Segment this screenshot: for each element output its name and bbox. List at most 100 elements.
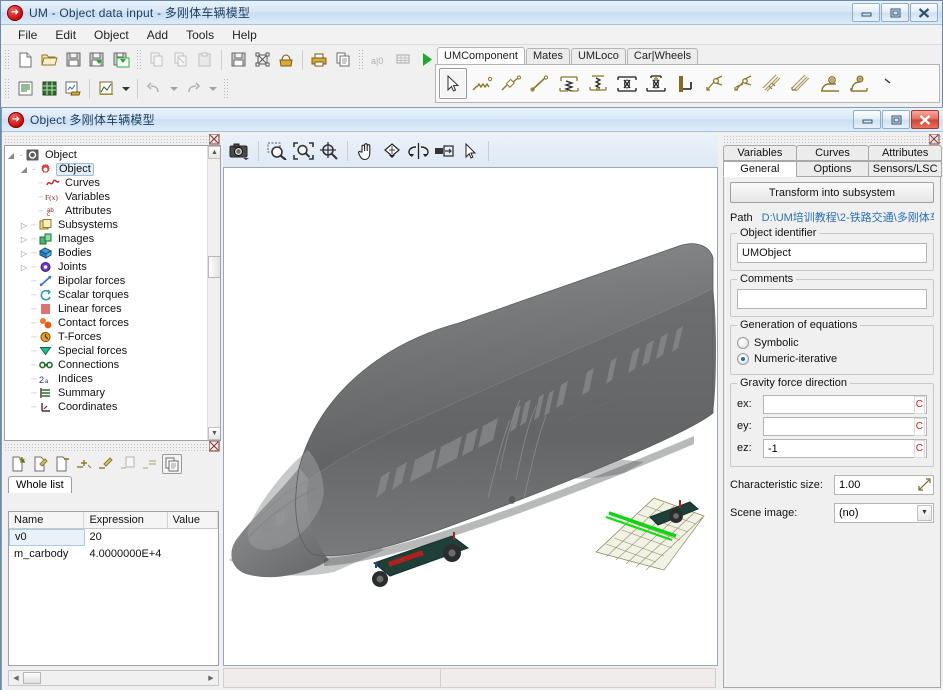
paste-icon[interactable]: [193, 48, 217, 71]
tree-node-special-forces[interactable]: ┈ Special forces: [5, 344, 207, 358]
menu-item-file[interactable]: File: [9, 26, 46, 44]
compile-icon[interactable]: a|0: [367, 48, 391, 71]
coil-spring-bracket-icon[interactable]: [584, 68, 612, 99]
comments-input[interactable]: [737, 289, 927, 309]
print-icon[interactable]: [307, 48, 331, 71]
select-arrow-icon[interactable]: [439, 68, 467, 99]
properties-panel-dragbar[interactable]: [723, 134, 941, 145]
save-as-green-icon[interactable]: [85, 48, 109, 71]
constant-badge-icon[interactable]: C: [913, 395, 925, 414]
save-object-icon[interactable]: [226, 48, 250, 71]
graph-dropdown-icon[interactable]: [118, 77, 133, 100]
expander-icon[interactable]: ◢: [5, 151, 17, 160]
tree-node-linear-forces[interactable]: ┈ Linear forces: [5, 302, 207, 316]
tree-node-t-forces[interactable]: ┈ T-Forces: [5, 330, 207, 344]
wishbone-icon[interactable]: [700, 68, 728, 99]
cell-expression[interactable]: 4.0000000E+4: [84, 546, 167, 563]
save-all-green-icon[interactable]: [109, 48, 133, 71]
3d-scene-canvas[interactable]: [223, 167, 718, 666]
tab-general[interactable]: General: [723, 161, 797, 177]
undo-icon[interactable]: [142, 77, 166, 100]
auto-hide-pin-icon[interactable]: [209, 134, 220, 145]
bearing-mount-icon[interactable]: [845, 68, 873, 99]
bushing-frame-icon[interactable]: [613, 68, 641, 99]
tree-node-object-root[interactable]: ◢ - Object: [5, 148, 207, 162]
tree-node-contact-forces[interactable]: ┈ Contact forces: [5, 316, 207, 330]
move-to-icon[interactable]: [431, 139, 457, 163]
leaf-spring-pair-icon[interactable]: [787, 68, 815, 99]
tab-car-wheels[interactable]: Car|Wheels: [626, 48, 699, 64]
variables-table[interactable]: Name Expression Value v0 20 m_carbody 4.…: [8, 511, 219, 666]
redo-dropdown-icon[interactable]: [205, 77, 220, 100]
open-folder-icon[interactable]: [37, 48, 61, 71]
path-value[interactable]: D:\UM培训教程\2-铁路交通\多刚体车辆: [762, 209, 934, 225]
radio-button-icon[interactable]: [737, 337, 749, 349]
matrix-icon[interactable]: [391, 48, 415, 71]
child-minimize-button[interactable]: [853, 110, 881, 129]
tab-options[interactable]: Options: [795, 161, 870, 177]
tab-curves[interactable]: Curves: [795, 145, 870, 161]
cell-value[interactable]: [168, 529, 218, 546]
object-wireframe-icon[interactable]: [250, 48, 274, 71]
gravity-ez-input[interactable]: -1 C: [763, 438, 927, 458]
tree-node-summary[interactable]: ┈ Summary: [5, 386, 207, 400]
delete-variable-icon[interactable]: [52, 454, 72, 474]
scroll-down-icon[interactable]: ▼: [208, 427, 220, 440]
close-button[interactable]: [910, 3, 938, 22]
gravity-ey-input[interactable]: C: [763, 416, 927, 436]
minimize-button[interactable]: [852, 3, 880, 22]
menu-item-object[interactable]: Object: [85, 26, 138, 44]
expander-icon[interactable]: ▷: [18, 249, 30, 258]
expander-icon[interactable]: ▷: [18, 235, 30, 244]
spinner-icon[interactable]: [917, 477, 932, 493]
tree-node-indices[interactable]: ┈ 2a Indices: [5, 372, 207, 386]
tab-whole-list[interactable]: Whole list: [8, 476, 72, 493]
new-file-icon[interactable]: [13, 48, 37, 71]
characteristic-size-input[interactable]: 1.00: [834, 474, 934, 495]
pointer-tick-icon[interactable]: [874, 68, 902, 99]
edit-list-item-icon[interactable]: [96, 454, 116, 474]
pan-hand-icon[interactable]: [353, 139, 379, 163]
tree-node-bodies[interactable]: ▷ ┈ Bodies: [5, 246, 207, 260]
gravity-ex-input[interactable]: C: [763, 394, 927, 414]
bushing-bracket-icon[interactable]: [642, 68, 670, 99]
copy-list-icon[interactable]: [118, 454, 138, 474]
redo-icon[interactable]: [181, 77, 205, 100]
menu-item-help[interactable]: Help: [223, 26, 266, 44]
graph-icon[interactable]: [94, 77, 118, 100]
paste-list-icon[interactable]: [140, 454, 160, 474]
constant-badge-icon[interactable]: C: [913, 439, 925, 458]
tab-sensors-lsc[interactable]: Sensors/LSC: [868, 161, 943, 177]
tab-attributes[interactable]: Attributes: [868, 145, 943, 161]
toolbar-grip-6[interactable]: [223, 77, 229, 100]
child-close-button[interactable]: [911, 110, 939, 129]
tree-node-coordinates[interactable]: ┈ Coordinates: [5, 400, 207, 414]
menu-item-add[interactable]: Add: [138, 26, 177, 44]
snapshot-camera-icon[interactable]: [227, 139, 253, 163]
select-arrow-icon[interactable]: [457, 139, 483, 163]
child-maximize-button[interactable]: [882, 110, 910, 129]
table-row[interactable]: v0 20: [9, 529, 218, 546]
maximize-button[interactable]: [881, 3, 909, 22]
cell-name[interactable]: m_carbody: [9, 546, 84, 563]
toolbar-grip-5[interactable]: [4, 77, 10, 100]
cell-expression[interactable]: 20: [85, 529, 168, 546]
whole-list-icon[interactable]: [162, 454, 182, 474]
chevron-down-icon[interactable]: ▼: [917, 504, 932, 521]
spring-icon[interactable]: [468, 68, 496, 99]
toolbar-grip[interactable]: [4, 48, 10, 71]
table-row[interactable]: m_carbody 4.0000000E+4: [9, 546, 218, 563]
zoom-fit-icon[interactable]: [290, 139, 316, 163]
expander-icon[interactable]: ◢: [18, 165, 30, 174]
tab-umcomponent[interactable]: UMComponent: [437, 47, 525, 64]
scene-image-combobox[interactable]: (no) ▼: [834, 502, 934, 523]
edit-variable-icon[interactable]: [30, 454, 50, 474]
scroll-thumb[interactable]: [208, 256, 220, 278]
tree-node-variables[interactable]: ┈ F(x) Variables: [5, 190, 207, 204]
rotate-3d-icon[interactable]: [379, 139, 405, 163]
object-identifier-input[interactable]: UMObject: [737, 243, 927, 263]
export-icon[interactable]: [274, 48, 298, 71]
cell-name[interactable]: v0: [9, 529, 85, 546]
leaf-spring-icon[interactable]: [758, 68, 786, 99]
menu-item-tools[interactable]: Tools: [177, 26, 223, 44]
